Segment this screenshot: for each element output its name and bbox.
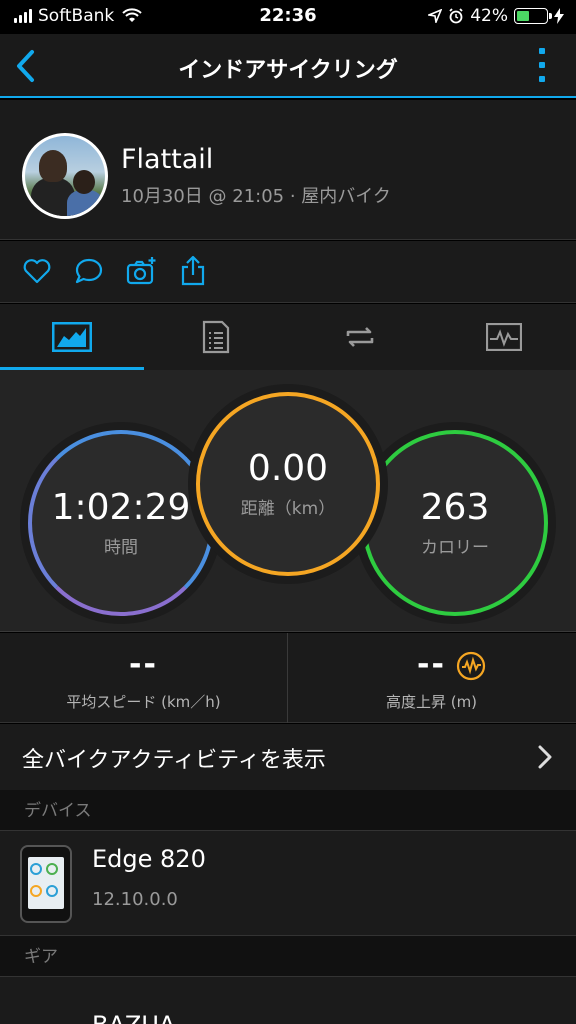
device-name: Edge 820	[92, 845, 206, 873]
avatar[interactable]	[22, 133, 108, 219]
time-value: 1:02:29	[51, 486, 191, 528]
nav-bar: インドアサイクリング	[0, 34, 576, 98]
all-bike-activities-label: 全バイクアクティビティを表示	[22, 748, 326, 773]
avg-speed-value: --	[129, 647, 158, 682]
battery-percent: 42%	[470, 6, 508, 26]
stats-panel: 1:02:29 時間 263 カロリー 0.00 距離（km）	[0, 370, 576, 632]
devices-section-header: デバイス	[0, 790, 576, 830]
activity-meta: 10月30日 @ 21:05 · 屋内バイク	[121, 186, 391, 207]
distance-value: 0.00	[247, 447, 329, 489]
comment-icon[interactable]	[73, 255, 105, 287]
time-stat[interactable]: 1:02:29 時間	[28, 430, 214, 616]
calories-value: 263	[420, 486, 490, 528]
document-list-icon	[202, 320, 230, 354]
add-photo-icon[interactable]	[125, 255, 157, 287]
elevation-label: 高度上昇 (m)	[385, 693, 478, 711]
profile-header: Flattail 10月30日 @ 21:05 · 屋内バイク	[0, 100, 576, 240]
tab-charts[interactable]	[432, 304, 576, 370]
location-icon	[428, 9, 443, 23]
distance-stat[interactable]: 0.00 距離（km）	[196, 392, 380, 576]
more-menu-icon[interactable]	[538, 48, 546, 82]
gear-section-header: ギア	[0, 936, 576, 976]
distance-label: 距離（km）	[240, 499, 336, 520]
elevation-chart-icon[interactable]	[456, 651, 486, 681]
metrics-row: -- 平均スピード (km／h) -- 高度上昇 (m)	[0, 633, 576, 723]
share-icon[interactable]	[177, 255, 209, 287]
tab-details[interactable]	[144, 304, 288, 370]
gear-row[interactable]: BAZUA	[0, 976, 576, 1024]
status-bar: SoftBank 22:36 42%	[0, 0, 576, 34]
overview-chart-icon	[52, 322, 92, 352]
elevation-value: --	[417, 647, 446, 682]
time-label: 時間	[104, 538, 138, 559]
page-title: インドアサイクリング	[178, 58, 398, 83]
user-name[interactable]: Flattail	[121, 144, 213, 175]
tab-overview[interactable]	[0, 304, 144, 370]
gear-section-title: ギア	[24, 947, 58, 967]
device-version: 12.10.0.0	[92, 889, 178, 910]
status-right: 42%	[428, 6, 564, 26]
calories-label: カロリー	[421, 538, 489, 559]
activity-tabs	[0, 304, 576, 370]
laps-repeat-icon	[346, 327, 374, 347]
alarm-icon	[449, 8, 463, 24]
device-row[interactable]: Edge 820 12.10.0.0	[0, 830, 576, 936]
gear-name: BAZUA	[92, 1011, 175, 1024]
all-bike-activities-row[interactable]: 全バイクアクティビティを表示	[0, 724, 576, 790]
charging-icon	[554, 8, 564, 24]
tab-laps[interactable]	[288, 304, 432, 370]
heart-rate-chart-icon	[486, 323, 522, 351]
device-image	[20, 845, 72, 923]
action-bar	[0, 241, 576, 303]
elevation-metric: -- 高度上昇 (m)	[288, 633, 575, 723]
battery-icon	[514, 8, 552, 24]
devices-section-title: デバイス	[24, 801, 92, 821]
avg-speed-label: 平均スピード (km／h)	[66, 693, 221, 711]
like-heart-icon[interactable]	[21, 255, 53, 287]
avg-speed-metric: -- 平均スピード (km／h)	[0, 633, 287, 723]
calories-stat[interactable]: 263 カロリー	[362, 430, 548, 616]
chevron-right-icon	[538, 745, 552, 769]
